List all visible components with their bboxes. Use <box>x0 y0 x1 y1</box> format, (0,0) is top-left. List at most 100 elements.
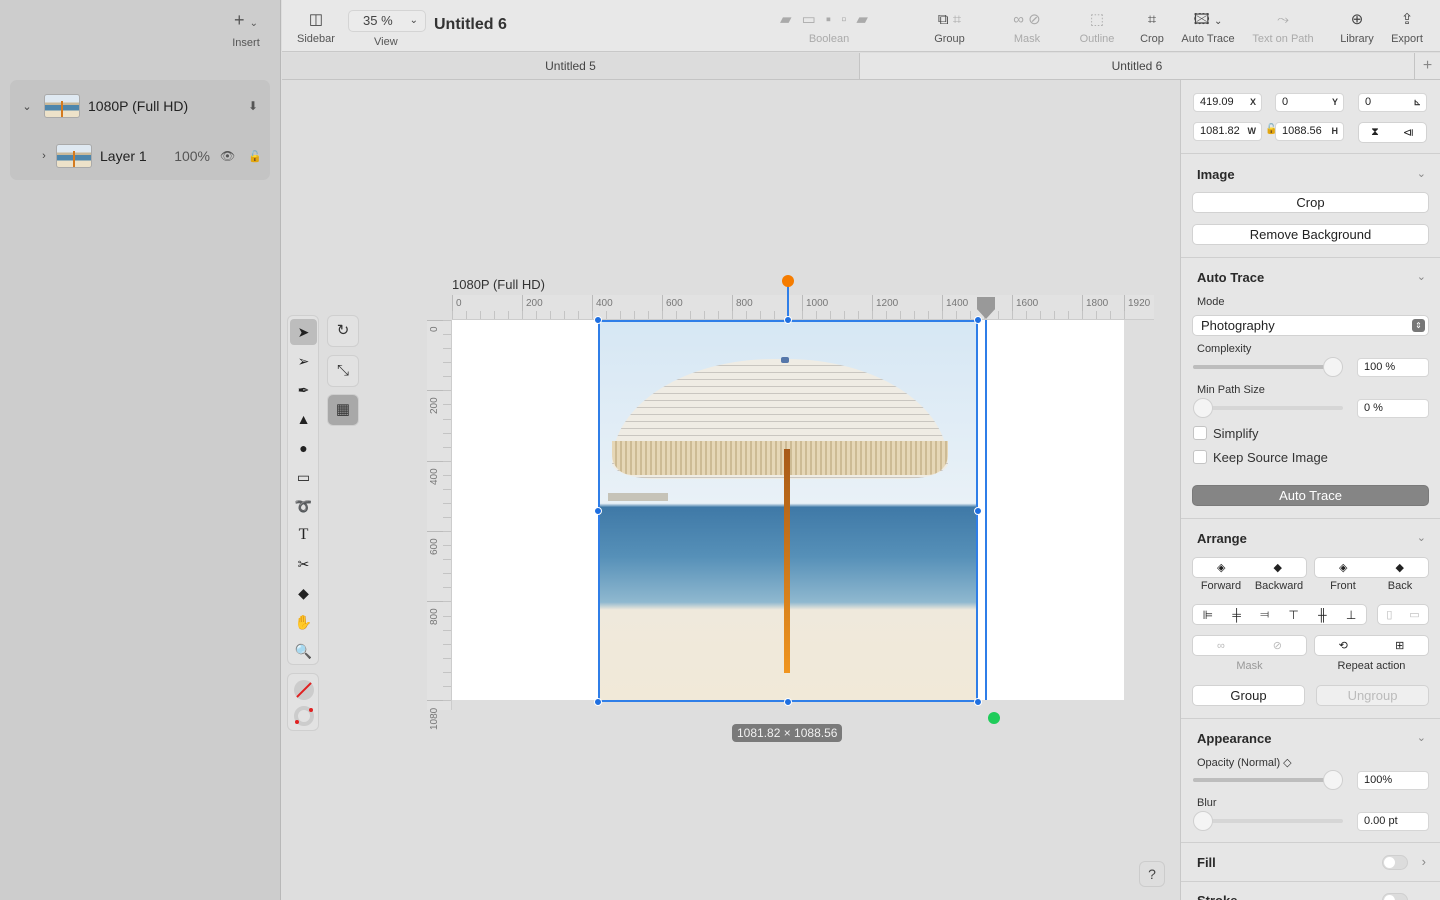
text-tool-icon[interactable]: T <box>290 522 317 548</box>
tab-untitled-5[interactable]: Untitled 5 <box>282 53 860 79</box>
auto-trace-run-button[interactable]: Auto Trace <box>1192 485 1429 506</box>
send-to-back-icon[interactable]: ◆ <box>1396 561 1404 574</box>
simplify-checkbox[interactable] <box>1193 426 1207 440</box>
chevron-down-icon[interactable]: ⌄ <box>1417 167 1426 180</box>
opacity-slider[interactable] <box>1193 770 1343 790</box>
min-path-size-field[interactable]: 0 % <box>1357 399 1429 418</box>
bring-to-front-icon[interactable]: ◈ <box>1339 561 1347 574</box>
selection-bounding-box[interactable] <box>598 320 978 702</box>
blur-field[interactable]: 0.00 pt <box>1357 812 1429 831</box>
blend-mode-select[interactable]: Opacity (Normal) ◇ <box>1197 756 1292 769</box>
chevron-down-icon[interactable]: ⌄ <box>1417 731 1426 744</box>
height-field[interactable]: 1088.56 H <box>1275 122 1344 141</box>
align-bottom-icon[interactable]: ⊥ <box>1346 608 1356 622</box>
resize-handle[interactable] <box>784 698 792 706</box>
difference-icon[interactable]: ▫ <box>841 11 856 28</box>
direct-select-tool-icon[interactable]: ➢ <box>290 348 317 374</box>
horizontal-ruler[interactable]: 0 200 400 600 800 1000 1200 1400 1600 1800 1920 <box>452 295 1154 320</box>
export-marker-icon[interactable]: ⬇ <box>248 99 270 113</box>
remove-background-button[interactable]: Remove Background <box>1192 224 1429 245</box>
layer-item-layer1[interactable]: › Layer 1 100% 👁 🔓 <box>10 132 270 180</box>
scale-tool-icon[interactable]: ⤡ <box>327 355 359 387</box>
resize-handle[interactable] <box>594 316 602 324</box>
vertical-ruler[interactable]: 0 200 400 600 800 1080 <box>427 320 452 730</box>
complexity-field[interactable]: 100 % <box>1357 358 1429 377</box>
combine-icon[interactable]: ▰ <box>856 11 878 28</box>
resize-handle[interactable] <box>974 316 982 324</box>
pencil-tool-icon[interactable]: ▲ <box>290 406 317 432</box>
resize-handle[interactable] <box>784 316 792 324</box>
chevron-right-icon[interactable]: › <box>10 150 56 162</box>
rotate-tool-icon[interactable]: ↻ <box>327 315 359 347</box>
eraser-tool-icon[interactable]: ◆ <box>290 580 317 606</box>
chevron-down-icon[interactable]: ⌄ <box>1417 531 1426 544</box>
align-right-icon[interactable]: ⫤ <box>1260 607 1269 622</box>
distribute-vertical-icon[interactable]: ▭ <box>1409 608 1419 621</box>
rectangle-tool-icon[interactable]: ▭ <box>290 464 317 490</box>
pen-tool-icon[interactable]: ✒ <box>290 377 317 403</box>
mode-select[interactable]: Photography ⇕ <box>1192 315 1429 336</box>
union-icon[interactable]: ▰ <box>780 11 802 28</box>
distribute-horizontal-icon[interactable]: ▯ <box>1386 608 1392 621</box>
mask-icon[interactable]: ∞ <box>1217 640 1225 652</box>
align-left-icon[interactable]: ⊫ <box>1203 608 1213 622</box>
blur-slider[interactable] <box>1193 811 1343 831</box>
rotation-field[interactable]: 0 ⊾ <box>1358 93 1427 112</box>
resize-handle[interactable] <box>594 507 602 515</box>
fill-toggle[interactable] <box>1382 855 1408 870</box>
crop-button[interactable]: ⌗ Crop <box>1136 8 1168 46</box>
unlock-icon[interactable]: 🔓 <box>248 150 270 163</box>
layer-item-artboard[interactable]: ⌄ 1080P (Full HD) ⬇ <box>10 82 270 130</box>
chevron-down-icon[interactable]: ⌄ <box>1417 270 1426 283</box>
text-on-path-button[interactable]: ⤳ Text on Path <box>1248 8 1318 46</box>
hand-tool-icon[interactable]: ✋ <box>290 609 317 635</box>
send-backward-icon[interactable]: ◆ <box>1274 561 1282 574</box>
opacity-field[interactable]: 100% <box>1357 771 1429 790</box>
scissors-tool-icon[interactable]: ✂ <box>290 551 317 577</box>
flip-horizontal-icon[interactable]: ⧏ <box>1403 126 1414 139</box>
align-center-h-icon[interactable]: ╪ <box>1232 608 1241 622</box>
add-tab-button[interactable]: + <box>1414 53 1440 79</box>
bring-forward-icon[interactable]: ◈ <box>1217 561 1225 574</box>
group-button[interactable]: Group <box>1192 685 1305 706</box>
vertical-guide[interactable] <box>985 320 987 700</box>
select-tool-icon[interactable]: ➤ <box>290 319 317 345</box>
chevron-right-icon[interactable]: › <box>1422 854 1426 869</box>
resize-handle[interactable] <box>594 698 602 706</box>
repeat-icon[interactable]: ⟲ <box>1339 639 1348 652</box>
keep-source-image-checkbox[interactable] <box>1193 450 1207 464</box>
min-path-size-slider[interactable] <box>1193 398 1343 418</box>
anchor-point-handle[interactable] <box>988 712 1000 724</box>
brush-tool-icon[interactable]: ● <box>290 435 317 461</box>
export-button[interactable]: ⇪ Export <box>1388 8 1426 46</box>
y-field[interactable]: 0Y <box>1275 93 1344 112</box>
width-field[interactable]: 1081.82 W <box>1193 122 1262 141</box>
ungroup-button[interactable]: Ungroup <box>1316 685 1429 706</box>
crop-image-button[interactable]: Crop <box>1192 192 1429 213</box>
help-button[interactable]: ? <box>1139 861 1165 887</box>
rotate-handle[interactable] <box>782 275 794 287</box>
align-top-icon[interactable]: ⊤ <box>1288 608 1298 622</box>
fill-color-swatch[interactable] <box>294 680 314 700</box>
resize-handle[interactable] <box>974 507 982 515</box>
zoom-tool-icon[interactable]: 🔍 <box>290 638 317 664</box>
lasso-tool-icon[interactable]: ➰ <box>290 493 317 519</box>
complexity-slider[interactable] <box>1193 357 1343 377</box>
stroke-toggle[interactable] <box>1382 893 1408 900</box>
resize-handle[interactable] <box>974 698 982 706</box>
insert-button[interactable]: + ⌄ Insert <box>222 8 270 52</box>
auto-trace-button[interactable]: 🖾 ⌄ Auto Trace <box>1178 8 1238 46</box>
image-select-tool-icon[interactable]: ▦ <box>327 394 359 426</box>
sidebar-toggle-button[interactable]: ◫ Sidebar <box>294 8 338 46</box>
canvas[interactable]: ➤ ➢ ✒ ▲ ● ▭ ➰ T ✂ ◆ ✋ 🔍 ↻ ⤡ ▦ 1080P (Ful… <box>282 80 1180 900</box>
flip-vertical-icon[interactable]: ⧗ <box>1371 126 1379 139</box>
intersect-icon[interactable]: ▪ <box>826 11 841 28</box>
outline-button[interactable]: ⬚ Outline <box>1074 8 1120 46</box>
eye-icon[interactable]: 👁 <box>220 149 248 163</box>
library-button[interactable]: ⊕ Library <box>1336 8 1378 46</box>
chevron-down-icon[interactable]: ⌄ <box>10 100 44 113</box>
group-button[interactable]: ⧉ ⌗ Group <box>922 8 977 46</box>
align-middle-v-icon[interactable]: ╫ <box>1318 608 1327 622</box>
zoom-select[interactable]: 35 % ⌄ <box>348 10 426 32</box>
subtract-icon[interactable]: ▭ <box>802 11 826 28</box>
